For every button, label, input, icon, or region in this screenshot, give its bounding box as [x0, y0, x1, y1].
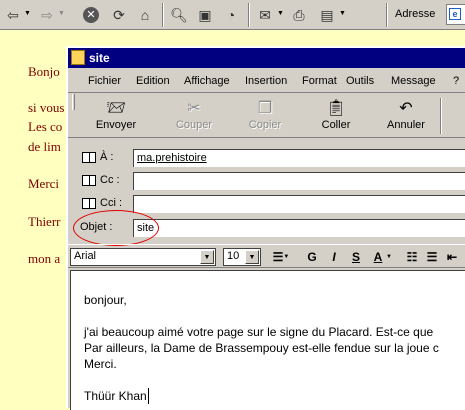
favorites-icon[interactable]: ▣ — [194, 4, 216, 26]
font-color-button[interactable]: A — [370, 248, 386, 266]
edit-dropdown-icon[interactable]: ▼ — [339, 10, 346, 17]
copy-icon: ❐ — [257, 100, 273, 117]
compose-toolbar: 📨︎ Envoyer ✂ Couper ❐ Copier 📋︎ Coller ↶… — [68, 94, 465, 138]
window-title: site — [89, 51, 110, 65]
menu-message[interactable]: Message — [391, 75, 436, 87]
body-line: Thüür Khan — [84, 388, 149, 404]
send-button[interactable]: 📨︎ Envoyer — [92, 94, 140, 136]
browser-toolbar: ⇦ ▼ ⇨ ▼ ✕ ⟳ ⌂ 🔍︎ ▣ ◔ ✉ ▼ ⎙ ▤ ▼ Adresse e — [0, 0, 465, 30]
send-icon: 📨︎ — [105, 100, 127, 117]
paragraph-icon: ☰ — [272, 250, 284, 264]
paste-label: Coller — [321, 119, 351, 131]
font-size-select[interactable]: 10 ▼ — [223, 248, 261, 266]
copy-button[interactable]: ❐ Copier — [243, 94, 287, 136]
print-icon[interactable]: ⎙ — [288, 4, 310, 26]
size-value: 10 — [227, 250, 240, 262]
undo-button[interactable]: ↶ Annuler — [382, 94, 430, 136]
page-text-line: Les co — [28, 119, 63, 134]
address-input[interactable]: e — [446, 4, 465, 25]
address-book-icon — [82, 151, 96, 163]
font-select[interactable]: Arial ▼ — [70, 248, 216, 266]
undo-icon: ↶ — [399, 100, 413, 117]
menu-affichage[interactable]: Affichage — [184, 75, 230, 87]
cc-field[interactable] — [133, 172, 465, 190]
cut-label: Couper — [175, 119, 213, 131]
title-bar[interactable]: site — [68, 48, 465, 68]
home-icon[interactable]: ⌂ — [134, 4, 156, 26]
menu-fichier[interactable]: Fichier — [88, 75, 121, 87]
mail-dropdown-icon[interactable]: ▼ — [277, 10, 284, 17]
page-text-line: mon a — [28, 251, 61, 266]
refresh-icon[interactable]: ⟳ — [108, 4, 130, 26]
page-text-line: Bonjo — [28, 64, 60, 79]
menu-outils[interactable]: Outils — [346, 75, 374, 87]
body-line: j'ai beaucoup aimé votre page sur le sig… — [84, 325, 434, 339]
chevron-down-icon[interactable]: ▼ — [245, 250, 259, 264]
edit-icon[interactable]: ▤ — [316, 4, 338, 26]
paste-button[interactable]: 📋︎ Coller — [314, 94, 358, 136]
scissors-icon: ✂ — [187, 100, 201, 117]
chevron-down-icon[interactable]: ▼ — [386, 254, 392, 260]
toolbar-separator — [440, 98, 442, 134]
body-line: Par ailleurs, la Dame de Brassempouy est… — [84, 341, 439, 355]
search-icon[interactable]: 🔍︎ — [168, 4, 190, 26]
paragraph-style-button[interactable]: ☰ ▼ — [272, 248, 290, 266]
bcc-field[interactable] — [133, 195, 465, 213]
back-dropdown-icon[interactable]: ▼ — [24, 10, 31, 17]
annotation-circle — [73, 210, 159, 246]
to-field[interactable]: ma.prehistoire — [133, 149, 465, 167]
page-text-line: si vous — [28, 100, 65, 115]
cut-button[interactable]: ✂ Couper — [172, 94, 216, 136]
cc-button[interactable]: Cc : — [82, 174, 120, 186]
to-label: À : — [100, 151, 114, 163]
decrease-indent-icon[interactable]: ⇤ — [444, 248, 460, 266]
back-icon[interactable]: ⇦ — [2, 4, 24, 26]
message-body[interactable]: bonjour, j'ai beaucoup aimé votre page s… — [70, 270, 465, 410]
page-text-line: Merci — [28, 176, 60, 191]
undo-label: Annuler — [387, 119, 425, 131]
menu-format[interactable]: Format — [302, 75, 337, 87]
address-label: Adresse — [395, 8, 436, 20]
mail-icon[interactable]: ✉ — [254, 4, 276, 26]
page-text-line: Thierr — [28, 214, 61, 229]
toolbar-separator — [248, 3, 250, 27]
underline-button[interactable]: S — [348, 248, 364, 266]
menu-help[interactable]: ? — [453, 75, 459, 87]
address-book-icon — [82, 197, 96, 209]
numbered-list-icon[interactable]: ☷ — [404, 248, 420, 266]
address-book-icon — [82, 174, 96, 186]
font-value: Arial — [74, 250, 97, 262]
menu-bar: Fichier Edition Affichage Insertion Form… — [68, 69, 465, 110]
toolbar-separator — [162, 3, 164, 27]
italic-button[interactable]: I — [326, 248, 342, 266]
subject-field[interactable]: site — [133, 219, 465, 237]
toolbar-separator — [386, 3, 388, 27]
message-icon — [71, 50, 85, 65]
bullet-list-icon[interactable]: ☰ — [424, 248, 440, 266]
send-label: Envoyer — [95, 119, 137, 131]
forward-dropdown-icon[interactable]: ▼ — [58, 10, 65, 17]
stop-icon[interactable]: ✕ — [80, 4, 102, 26]
menu-insertion[interactable]: Insertion — [245, 75, 287, 87]
chevron-down-icon[interactable]: ▼ — [200, 250, 214, 264]
body-line: Merci. — [84, 357, 117, 371]
forward-icon[interactable]: ⇨ — [36, 4, 58, 26]
compose-window: site Fichier Edition Affichage Insertion… — [66, 46, 465, 410]
history-icon[interactable]: ◔ — [220, 4, 242, 26]
to-value: ma.prehistoire — [137, 152, 207, 164]
menu-edition[interactable]: Edition — [136, 75, 170, 87]
bcc-button[interactable]: Cci : — [82, 197, 122, 209]
page-icon: e — [449, 8, 461, 20]
cc-label: Cc : — [100, 174, 120, 186]
clipboard-icon: 📋︎ — [325, 100, 347, 117]
page-text-line: de lim — [28, 139, 61, 154]
bcc-label: Cci : — [100, 197, 122, 209]
body-line: bonjour, — [84, 293, 127, 307]
copy-label: Copier — [248, 119, 282, 131]
bold-button[interactable]: G — [304, 248, 320, 266]
to-button[interactable]: À : — [82, 151, 113, 163]
